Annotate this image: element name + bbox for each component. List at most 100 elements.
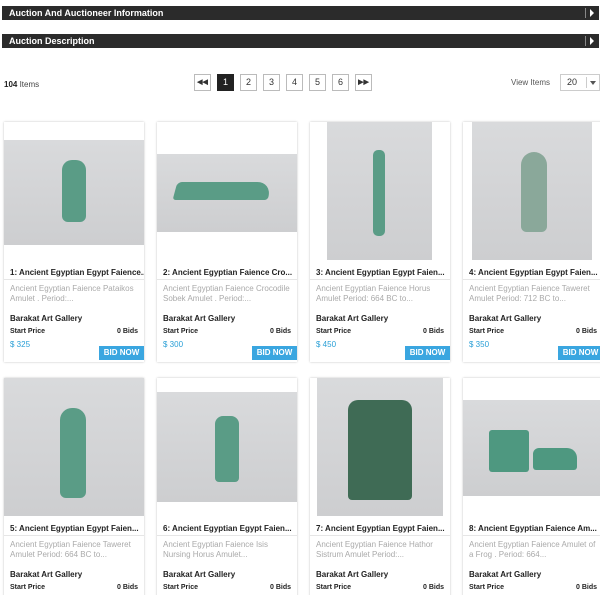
lot-image[interactable] <box>310 122 450 260</box>
view-items-select[interactable]: 20 <box>560 74 600 91</box>
start-price-label: Start Price <box>163 328 199 335</box>
amulet-figure <box>373 150 385 236</box>
bid-count: 0 Bids <box>422 584 444 591</box>
amulet-figure <box>215 416 239 482</box>
lot-card[interactable]: 5: Ancient Egyptian Egypt Faien... Ancie… <box>4 378 144 595</box>
bid-count: 0 Bids <box>575 328 597 335</box>
lot-title[interactable]: 2: Ancient Egyptian Faience Cro... <box>163 268 297 277</box>
gallery-name[interactable]: Barakat Art Gallery <box>316 570 388 579</box>
lot-description: Ancient Egyptian Faience Taweret Amulet … <box>10 540 131 559</box>
lot-title[interactable]: 1: Ancient Egyptian Egypt Faience... <box>10 268 144 277</box>
bid-count: 0 Bids <box>269 328 291 335</box>
start-price: $ 300 <box>163 340 184 349</box>
gallery-name[interactable]: Barakat Art Gallery <box>163 314 235 323</box>
lot-image[interactable] <box>463 122 600 260</box>
chevron-right-icon[interactable] <box>590 9 594 17</box>
divider <box>310 535 450 536</box>
start-price-label: Start Price <box>469 328 505 335</box>
bid-now-button[interactable]: BID NOW <box>99 346 144 360</box>
lot-card[interactable]: 3: Ancient Egyptian Egypt Faien... Ancie… <box>310 122 450 362</box>
lot-card[interactable]: 6: Ancient Egyptian Egypt Faien... Ancie… <box>157 378 297 595</box>
amulet-figure <box>172 182 273 200</box>
lot-image[interactable] <box>157 378 297 516</box>
page-5-button[interactable]: 5 <box>309 74 326 91</box>
divider <box>585 36 586 46</box>
amulet-figure <box>533 448 577 470</box>
lot-description: Ancient Egyptian Faience Amulet of a Fro… <box>469 540 596 559</box>
item-count: 104 Items <box>4 80 39 89</box>
pagination: ◀◀ 1 2 3 4 5 6 ▶▶ <box>194 74 372 91</box>
auctioneer-info-bar[interactable]: Auction And Auctioneer Information <box>2 6 599 20</box>
lot-image[interactable] <box>4 378 144 516</box>
amulet-figure <box>348 400 412 500</box>
bid-count: 0 Bids <box>575 584 597 591</box>
gallery-name[interactable]: Barakat Art Gallery <box>10 314 82 323</box>
page-1-button[interactable]: 1 <box>217 74 234 91</box>
bid-now-button[interactable]: BID NOW <box>405 346 450 360</box>
divider <box>157 535 297 536</box>
page-3-button[interactable]: 3 <box>263 74 280 91</box>
item-count-number: 104 <box>4 80 18 89</box>
amulet-figure <box>60 408 86 498</box>
page-4-button[interactable]: 4 <box>286 74 303 91</box>
lot-title[interactable]: 7: Ancient Egyptian Egypt Faien... <box>316 524 450 533</box>
lot-card[interactable]: 4: Ancient Egyptian Egypt Faien... Ancie… <box>463 122 600 362</box>
double-right-arrow-icon[interactable]: ▶▶ <box>355 74 372 91</box>
auction-description-title: Auction Description <box>9 36 95 46</box>
gallery-name[interactable]: Barakat Art Gallery <box>469 570 541 579</box>
amulet-figure <box>489 430 529 472</box>
start-price-label: Start Price <box>316 328 352 335</box>
bid-count: 0 Bids <box>116 328 138 335</box>
auction-description-bar[interactable]: Auction Description <box>2 34 599 48</box>
amulet-figure <box>62 160 86 222</box>
lot-description: Ancient Egyptian Faience Crocodile Sobek… <box>163 284 290 303</box>
photo-backdrop <box>463 400 600 496</box>
start-price-label: Start Price <box>316 584 352 591</box>
lot-image[interactable] <box>4 122 144 260</box>
item-count-label: Items <box>17 80 40 89</box>
lot-title[interactable]: 5: Ancient Egyptian Egypt Faien... <box>10 524 144 533</box>
divider <box>4 535 144 536</box>
lot-card[interactable]: 7: Ancient Egyptian Egypt Faien... Ancie… <box>310 378 450 595</box>
start-price: $ 350 <box>469 340 490 349</box>
bid-count: 0 Bids <box>422 328 444 335</box>
lot-image[interactable] <box>463 378 600 516</box>
auctioneer-info-title: Auction And Auctioneer Information <box>9 8 164 18</box>
divider <box>463 535 600 536</box>
divider <box>4 279 144 280</box>
lot-card[interactable]: 8: Ancient Egyptian Faience Am... Ancien… <box>463 378 600 595</box>
chevron-right-icon[interactable] <box>590 37 594 45</box>
page-2-button[interactable]: 2 <box>240 74 257 91</box>
amulet-figure <box>521 152 547 232</box>
lot-description: Ancient Egyptian Faience Horus Amulet Pe… <box>316 284 431 303</box>
double-left-arrow-icon[interactable]: ◀◀ <box>194 74 211 91</box>
page-6-button[interactable]: 6 <box>332 74 349 91</box>
lot-image[interactable] <box>157 122 297 260</box>
start-price: $ 450 <box>316 340 337 349</box>
lot-title[interactable]: 3: Ancient Egyptian Egypt Faien... <box>316 268 450 277</box>
view-items-value: 20 <box>567 77 578 87</box>
bid-count: 0 Bids <box>116 584 138 591</box>
chevron-down-icon <box>590 81 596 85</box>
lot-description: Ancient Egyptian Faience Taweret Amulet … <box>469 284 590 303</box>
start-price: $ 325 <box>10 340 31 349</box>
lot-card[interactable]: 1: Ancient Egyptian Egypt Faience... Anc… <box>4 122 144 362</box>
bid-now-button[interactable]: BID NOW <box>558 346 600 360</box>
start-price-label: Start Price <box>469 584 505 591</box>
divider <box>463 279 600 280</box>
gallery-name[interactable]: Barakat Art Gallery <box>10 570 82 579</box>
bid-count: 0 Bids <box>269 584 291 591</box>
view-items-label: View Items <box>511 78 550 87</box>
lot-title[interactable]: 4: Ancient Egyptian Egypt Faien... <box>469 268 600 277</box>
lot-image[interactable] <box>310 378 450 516</box>
bid-now-button[interactable]: BID NOW <box>252 346 297 360</box>
divider <box>586 77 587 88</box>
start-price-label: Start Price <box>163 584 199 591</box>
gallery-name[interactable]: Barakat Art Gallery <box>163 570 235 579</box>
lot-title[interactable]: 6: Ancient Egyptian Egypt Faien... <box>163 524 297 533</box>
lot-title[interactable]: 8: Ancient Egyptian Faience Am... <box>469 524 600 533</box>
gallery-name[interactable]: Barakat Art Gallery <box>469 314 541 323</box>
gallery-name[interactable]: Barakat Art Gallery <box>316 314 388 323</box>
divider <box>310 279 450 280</box>
lot-card[interactable]: 2: Ancient Egyptian Faience Cro... Ancie… <box>157 122 297 362</box>
